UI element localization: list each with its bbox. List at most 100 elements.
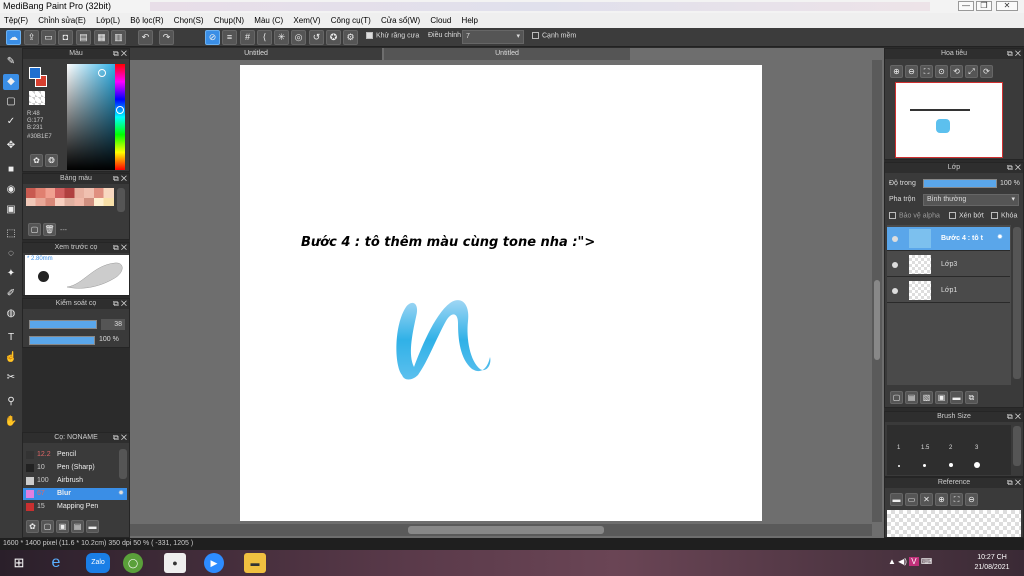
panel-icon[interactable]: ▦ xyxy=(94,30,109,45)
new-color-layer-icon[interactable]: ▤ xyxy=(905,391,918,404)
opacity-slider[interactable] xyxy=(29,336,95,345)
snap-off-icon[interactable]: ⊘ xyxy=(205,30,220,45)
rectangle-tool-icon[interactable]: ▢ xyxy=(3,94,19,110)
dot-tool-icon[interactable]: ✓ xyxy=(3,114,19,130)
clipping-toggle[interactable]: Xén bớt xyxy=(949,212,984,219)
zoom-icon[interactable]: ⊙ xyxy=(935,65,948,78)
clipping-checkbox[interactable] xyxy=(949,212,956,219)
delete-palette-icon[interactable]: 🗑 xyxy=(43,223,56,236)
tray-app-icon[interactable]: V xyxy=(909,557,919,566)
restore-button[interactable]: ❐ xyxy=(976,1,992,11)
menu-tools[interactable]: Công cụ(T) xyxy=(327,13,375,28)
palette-icon[interactable]: ✿ xyxy=(30,154,43,167)
comment-icon[interactable]: ▭ xyxy=(41,30,56,45)
select-tool-icon[interactable]: ⬚ xyxy=(3,226,19,242)
cloud-icon[interactable]: ☁ xyxy=(6,30,21,45)
close-reference-icon[interactable]: ✕ xyxy=(920,493,933,506)
close-icon[interactable]: ⧉ ✕ xyxy=(113,174,127,184)
parallel-snap-icon[interactable]: ≡ xyxy=(222,30,237,45)
blend-mode-select[interactable]: Bình thường ▾ xyxy=(923,194,1019,206)
eye-icon[interactable] xyxy=(892,288,898,294)
windows-start-icon[interactable]: ⊞ xyxy=(4,553,34,573)
document-tab[interactable]: Untitled xyxy=(130,48,382,60)
rotate-left-icon[interactable]: ⟲ xyxy=(950,65,963,78)
soft-edge-checkbox[interactable] xyxy=(532,32,539,39)
eyedrop-icon[interactable]: ❂ xyxy=(45,154,58,167)
size-dot[interactable] xyxy=(949,463,953,467)
close-icon[interactable]: ⧉ ✕ xyxy=(1007,412,1021,422)
brush-item[interactable]: 15 Mapping Pen xyxy=(23,501,127,513)
gear-icon[interactable]: ✹ xyxy=(997,233,1003,241)
close-icon[interactable]: ⧉ ✕ xyxy=(113,299,127,309)
settings-snap-icon[interactable]: ✪ xyxy=(326,30,341,45)
close-icon[interactable]: ⧉ ✕ xyxy=(1007,478,1021,488)
size-value[interactable]: 38 xyxy=(101,319,125,330)
brush-tool-icon[interactable]: ✎ xyxy=(3,54,19,70)
horizontal-scroll-thumb[interactable] xyxy=(408,526,604,534)
menu-color[interactable]: Màu (C) xyxy=(250,13,287,28)
menu-snap[interactable]: Chụp(N) xyxy=(210,13,248,28)
chat-icon[interactable]: ◘ xyxy=(58,30,73,45)
saturation-value-picker[interactable] xyxy=(67,64,115,170)
layer-scrollbar[interactable] xyxy=(1013,227,1021,379)
brush-item[interactable]: 12.2 Pencil xyxy=(23,449,127,461)
correction-select[interactable]: 7 ▾ xyxy=(462,30,524,44)
new-brush-icon[interactable]: ▢ xyxy=(41,520,54,533)
copy-brush-icon[interactable]: ▤ xyxy=(71,520,84,533)
curve-snap-icon[interactable]: ↺ xyxy=(309,30,324,45)
new-halftone-layer-icon[interactable]: ▧ xyxy=(920,391,933,404)
folder-icon[interactable]: ▬ xyxy=(950,391,963,404)
fit-icon[interactable]: ⛶ xyxy=(950,493,963,506)
zoom-in-icon[interactable]: ⊕ xyxy=(935,493,948,506)
text-tool-icon[interactable]: T xyxy=(3,330,19,346)
brush-item[interactable]: 100 Airbrush xyxy=(23,475,127,487)
close-button[interactable]: ✕ xyxy=(996,1,1018,11)
protect-alpha-toggle[interactable]: Bảo vệ alpha xyxy=(889,212,940,219)
fit-icon[interactable]: ⛶ xyxy=(920,65,933,78)
zoom-out-icon[interactable]: ⊖ xyxy=(905,65,918,78)
operation-tool-icon[interactable]: ☝ xyxy=(3,350,19,366)
minimize-button[interactable]: — xyxy=(958,1,974,11)
eye-icon[interactable] xyxy=(892,236,898,242)
chrome-icon[interactable]: ● xyxy=(164,553,186,573)
layer-item[interactable]: Lớp3 xyxy=(887,253,1010,277)
add-layer-menu-icon[interactable]: ▣ xyxy=(935,391,948,404)
redo-icon[interactable]: ↷ xyxy=(159,30,174,45)
menu-edit[interactable]: Chỉnh sửa(E) xyxy=(34,13,90,28)
open-reference-icon[interactable]: ▬ xyxy=(890,493,903,506)
close-icon[interactable]: ⧉ ✕ xyxy=(113,243,127,253)
picker-cursor[interactable] xyxy=(98,69,106,77)
palette-scrollbar[interactable] xyxy=(117,188,125,212)
canvas-paper[interactable]: Bước 4 : tô thêm màu cùng tone nha :"> xyxy=(240,65,762,521)
vertical-scrollbar[interactable] xyxy=(872,60,882,522)
brush-settings-icon[interactable]: ✿ xyxy=(26,520,39,533)
menu-file[interactable]: Tệp(F) xyxy=(0,13,32,28)
select-eraser-tool-icon[interactable]: ◍ xyxy=(3,306,19,322)
lock-checkbox[interactable] xyxy=(991,212,998,219)
zoom-in-icon[interactable]: ⊕ xyxy=(890,65,903,78)
perspective-snap-icon[interactable]: ⟨ xyxy=(257,30,272,45)
share-icon[interactable]: ⇪ xyxy=(24,30,39,45)
layer-opacity-slider[interactable] xyxy=(923,179,997,188)
horizontal-scrollbar[interactable] xyxy=(130,524,872,536)
rotate-right-icon[interactable]: ⟳ xyxy=(980,65,993,78)
circle-snap-icon[interactable]: ◎ xyxy=(291,30,306,45)
duplicate-layer-icon[interactable]: ⧉ xyxy=(965,391,978,404)
hand-tool-icon[interactable]: ✋ xyxy=(3,414,19,430)
gear-icon[interactable]: ⚙ xyxy=(343,30,358,45)
layer-item-selected[interactable]: Bước 4 : tô t ✹ xyxy=(887,227,1010,251)
soft-edge-toggle[interactable]: Cạnh mềm xyxy=(532,32,576,39)
size-dot[interactable] xyxy=(923,464,926,467)
hue-cursor[interactable] xyxy=(116,106,124,114)
size-slider[interactable] xyxy=(29,320,97,329)
fill-rect-tool-icon[interactable]: ■ xyxy=(3,162,19,178)
zoom-app-icon[interactable]: ▶ xyxy=(204,553,224,573)
eraser-tool-icon[interactable]: ◆ xyxy=(3,74,19,90)
palette-swatches-row2[interactable] xyxy=(26,198,114,206)
app-icon[interactable]: ◯ xyxy=(123,553,143,573)
gear-icon[interactable]: ✹ xyxy=(118,488,124,500)
vertical-scroll-thumb[interactable] xyxy=(874,280,880,360)
primary-color-swatch[interactable] xyxy=(29,67,41,79)
size-dot[interactable] xyxy=(898,465,900,467)
brush-size-grid[interactable]: 1 1.5 2 3 xyxy=(887,425,1011,475)
